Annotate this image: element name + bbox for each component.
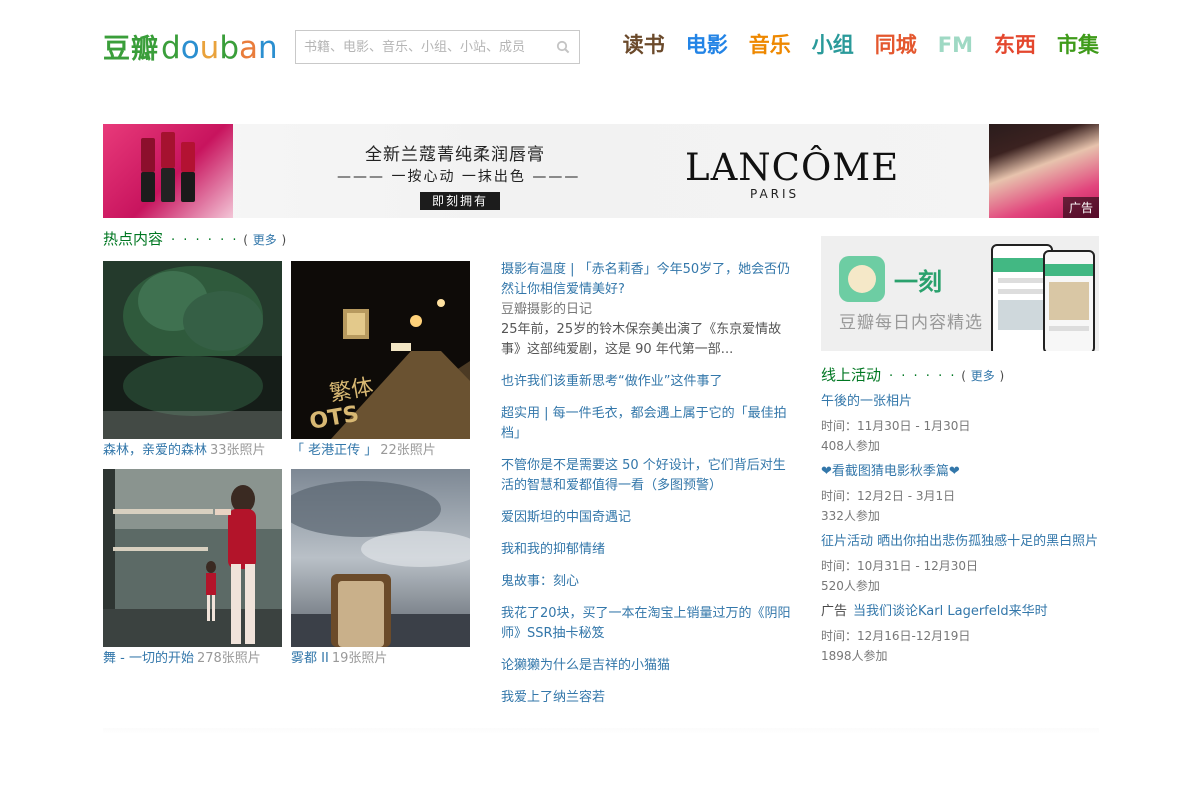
album-count: 33张照片 (210, 443, 266, 458)
event-title[interactable]: 当我们谈论Karl Lagerfeld来华时 (853, 604, 1048, 619)
event-participants: 1898人参加 (821, 649, 888, 663)
album-title[interactable]: 「 老港正传 」 (291, 443, 377, 458)
yike-app-ad[interactable]: 一刻 豆瓣每日内容精选 (821, 236, 1099, 351)
phone-image (1043, 250, 1095, 351)
nav-item[interactable]: 小组 (812, 30, 854, 60)
logo-letter: u (199, 30, 220, 66)
album-photo-fog[interactable] (291, 469, 470, 647)
event-time: 时间：11月30日 - 1月30日 (821, 419, 971, 433)
event-time: 时间：12月2日 - 3月1日 (821, 489, 956, 503)
article-link[interactable]: 论獭獭为什么是吉祥的小猫猫 (501, 656, 791, 676)
lead-article-title[interactable]: 摄影有温度 | 「赤名莉香」今年50岁了，她会否仍然让你相信爱情美好? (501, 262, 790, 297)
hot-more-link[interactable]: 更多 (253, 233, 277, 247)
event-item: ❤看截图猜电影秋季篇❤ 时间：12月2日 - 3月1日 332人参加 (821, 462, 1099, 526)
banner-brand: LANCÔME (685, 146, 900, 189)
album-count: 22张照片 (380, 443, 436, 458)
event-title[interactable]: 征片活动 晒出你拍出悲伤孤独感十足的黑白照片 (821, 534, 1098, 549)
hot-articles-list: 摄影有温度 | 「赤名莉香」今年50岁了，她会否仍然让你相信爱情美好? 豆瓣摄影… (501, 260, 791, 720)
logo-letter: n (258, 30, 278, 66)
hot-content-title: 热点内容 (103, 230, 164, 248)
search-input[interactable] (296, 31, 579, 63)
search-icon[interactable] (556, 40, 570, 54)
search-box (295, 30, 580, 64)
nav-item[interactable]: 读书 (623, 30, 665, 60)
album-photo-ballet[interactable] (103, 469, 282, 647)
nav-item[interactable]: 音乐 (749, 30, 791, 60)
events-list: 午後的一张相片时间：11月30日 - 1月30日 408人参加 ❤看截图猜电影秋季篇… (821, 392, 1099, 672)
logo-english: douban (161, 30, 278, 66)
lead-article-source[interactable]: 豆瓣摄影的日记 (501, 300, 791, 320)
event-time: 时间：12月16日-12月19日 (821, 629, 971, 643)
hot-content-heading: 热点内容 · · · · · · ( 更多 ) (103, 230, 287, 248)
event-item: 征片活动 晒出你拍出悲伤孤独感十足的黑白照片 时间：10月31日 - 12月30日… (821, 532, 1099, 596)
album-count: 19张照片 (331, 651, 388, 666)
lipstick-image (103, 124, 233, 218)
album-card[interactable]: 雾都 II 19张照片 (291, 469, 470, 667)
album-title[interactable]: 舞 - 一切的开始 (103, 651, 194, 666)
events-heading: 线上活动 · · · · · · ( 更多 ) (821, 366, 1005, 384)
article-link[interactable]: 我和我的抑郁情绪 (501, 540, 791, 560)
event-participants: 408人参加 (821, 439, 880, 453)
logo-letter: a (239, 30, 258, 66)
album-caption: 「 老港正传 」 22张照片 (291, 443, 470, 459)
events-title-dots: · · · · · · (889, 369, 957, 384)
events-more-link[interactable]: 更多 (971, 369, 995, 383)
event-time: 时间：10月31日 - 12月30日 (821, 559, 979, 573)
banner-brand-sub: PARIS (750, 187, 800, 201)
lead-article-desc: 25年前，25岁的铃木保奈美出演了《东京爱情故事》这部纯爱剧，这是 90 年代第… (501, 322, 782, 357)
nav-item[interactable]: 同城 (875, 30, 917, 60)
article-link[interactable]: 不管你是不是需要这 50 个好设计，它们背后对生活的智慧和爱都值得一看（多图预警… (501, 456, 791, 496)
app-desc: 豆瓣每日内容精选 (839, 313, 983, 333)
album-card[interactable]: 繁体 OTS 「 老港正传 」 22张照片 (291, 261, 470, 459)
event-title-row: 征片活动 晒出你拍出悲伤孤独感十足的黑白照片 (821, 532, 1099, 552)
album-photo-forest[interactable] (103, 261, 282, 439)
album-count: 278张照片 (196, 651, 261, 666)
article-link[interactable]: 我爱上了纳兰容若 (501, 688, 791, 708)
article-link[interactable]: 也许我们该重新思考“做作业”这件事了 (501, 372, 791, 392)
album-title[interactable]: 森林，亲爱的森林 (103, 443, 207, 458)
logo-chinese: 豆瓣 (103, 34, 159, 65)
nav-item[interactable]: 电影 (686, 30, 728, 60)
main-nav: 读书 电影 音乐 小组 同城 FM 东西 市集 (602, 30, 1099, 60)
event-title-row: 午後的一张相片 (821, 392, 1099, 412)
article-link[interactable]: 超实用 | 每一件毛衣，都会遇上属于它的「最佳拍档」 (501, 404, 791, 444)
album-title[interactable]: 雾都 II (291, 651, 329, 666)
app-name: 一刻 (894, 268, 942, 296)
event-title[interactable]: 午後的一张相片 (821, 394, 912, 409)
logo-letter: o (180, 30, 200, 66)
event-item: 午後的一张相片时间：11月30日 - 1月30日 408人参加 (821, 392, 1099, 456)
nav-item[interactable]: FM (938, 30, 973, 60)
banner-headline: 全新兰蔻菁纯柔润唇膏 (365, 145, 545, 165)
hot-title-dots: · · · · · · (171, 233, 239, 248)
banner-cta-button[interactable]: 即刻拥有 (420, 192, 500, 210)
album-caption: 雾都 II 19张照片 (291, 651, 470, 667)
event-ad-label: 广告 (821, 604, 848, 619)
event-title[interactable]: ❤看截图猜电影秋季篇❤ (821, 464, 960, 479)
event-item: 广告 当我们谈论Karl Lagerfeld来华时时间：12月16日-12月19日… (821, 602, 1099, 666)
ad-tag: 广告 (1062, 197, 1099, 218)
nav-item[interactable]: 市集 (1057, 30, 1099, 60)
banner-slogan: ——— 一按心动 一抹出色 ——— (337, 169, 581, 185)
album-card[interactable]: 舞 - 一切的开始 278张照片 (103, 469, 282, 667)
logo-letter: d (161, 30, 181, 66)
nav-item[interactable]: 东西 (994, 30, 1036, 60)
lead-article: 摄影有温度 | 「赤名莉香」今年50岁了，她会否仍然让你相信爱情美好? 豆瓣摄影… (501, 260, 791, 360)
events-title: 线上活动 (821, 366, 882, 384)
lancome-banner-ad[interactable]: 全新兰蔻菁纯柔润唇膏 ——— 一按心动 一抹出色 ——— 即刻拥有 LANCÔM… (103, 124, 1099, 218)
album-caption: 森林，亲爱的森林 33张照片 (103, 443, 282, 459)
event-title-row: ❤看截图猜电影秋季篇❤ (821, 462, 1099, 482)
divider (103, 728, 1099, 734)
article-link[interactable]: 我花了20块，买了一本在淘宝上销量过万的《阴阳师》SSR抽卡秘笈 (501, 604, 791, 644)
douban-logo[interactable]: 豆瓣 douban (103, 26, 278, 66)
event-participants: 520人参加 (821, 579, 880, 593)
article-link[interactable]: 鬼故事：刻心 (501, 572, 791, 592)
album-caption: 舞 - 一切的开始 278张照片 (103, 651, 282, 667)
logo-letter: b (219, 30, 239, 66)
article-link[interactable]: 爱因斯坦的中国奇遇记 (501, 508, 791, 528)
event-title-row: 广告 当我们谈论Karl Lagerfeld来华时 (821, 602, 1099, 622)
yike-app-icon (839, 256, 885, 302)
event-participants: 332人参加 (821, 509, 880, 523)
album-photo-street[interactable]: 繁体 OTS (291, 261, 470, 439)
album-card[interactable]: 森林，亲爱的森林 33张照片 (103, 261, 282, 459)
